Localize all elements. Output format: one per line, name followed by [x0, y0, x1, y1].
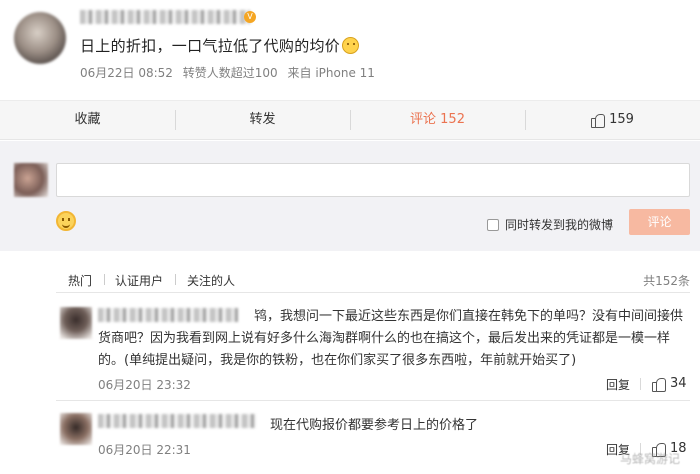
comment-filter-bar: 热门 认证用户 关注的人 共152条: [56, 272, 690, 290]
current-user-avatar: [14, 163, 48, 197]
tab-following[interactable]: 关注的人: [187, 272, 235, 289]
like-count: 159: [609, 112, 634, 127]
post-meta: 06月22日 08:52 转赞人数超过100 来自 iPhone 11: [80, 64, 381, 81]
commenter-name-blurred[interactable]: [98, 414, 256, 428]
post-source[interactable]: 来自 iPhone 11: [288, 66, 375, 80]
reply-button[interactable]: 回复: [606, 376, 630, 393]
vip-badge-icon: V: [244, 11, 256, 23]
comment-like-button[interactable]: 34: [652, 376, 687, 392]
thumb-up-icon: [591, 113, 606, 128]
post-text: 日上的折扣，一口气拉低了代购的均价: [80, 35, 360, 56]
forward-checkbox[interactable]: [487, 218, 499, 231]
comment-input[interactable]: [56, 163, 690, 197]
repost-count: 转赞人数超过100: [182, 66, 278, 80]
action-divider: [640, 378, 641, 390]
tab-verified[interactable]: 认证用户: [115, 272, 163, 289]
comment-text: 现在代购报价都要参考日上的价格了: [270, 418, 479, 433]
filter-divider: [104, 274, 105, 285]
comment-button[interactable]: 评论 152: [350, 108, 525, 132]
forward-label: 同时转发到我的微博: [505, 218, 614, 232]
divider: [56, 400, 690, 401]
watermark: 马蜂窝游记: [620, 452, 681, 466]
thumb-up-icon: [652, 377, 666, 392]
filter-divider: [175, 274, 176, 285]
tab-hot[interactable]: 热门: [68, 272, 92, 289]
comment-total: 共152条: [643, 274, 690, 288]
comment-date: 06月20日 23:32: [98, 378, 191, 392]
post-date[interactable]: 06月22日 08:52: [80, 66, 173, 80]
author-name-blurred[interactable]: [80, 10, 250, 24]
author-avatar[interactable]: [14, 12, 66, 64]
submit-comment-button[interactable]: 评论: [629, 209, 690, 235]
action-bar: 收藏 转发 评论 152 159: [0, 100, 700, 140]
comment-date: 06月20日 22:31: [98, 443, 191, 457]
post-card: V 日上的折扣，一口气拉低了代购的均价 06月22日 08:52 转赞人数超过1…: [0, 0, 700, 100]
divider: [56, 292, 690, 293]
favorite-button[interactable]: 收藏: [0, 108, 175, 132]
commenter-name-blurred[interactable]: [98, 308, 238, 322]
comment-like-count: 34: [670, 376, 687, 391]
like-button[interactable]: 159: [525, 108, 700, 132]
repost-button[interactable]: 转发: [175, 108, 350, 132]
thinking-emoji-icon: [342, 37, 360, 54]
commenter-avatar[interactable]: [60, 307, 92, 339]
commenter-avatar[interactable]: [60, 413, 92, 445]
comment-compose: 同时转发到我的微博 评论: [0, 141, 700, 251]
emoji-picker-icon[interactable]: [56, 211, 76, 231]
forward-option[interactable]: 同时转发到我的微博: [487, 216, 613, 233]
